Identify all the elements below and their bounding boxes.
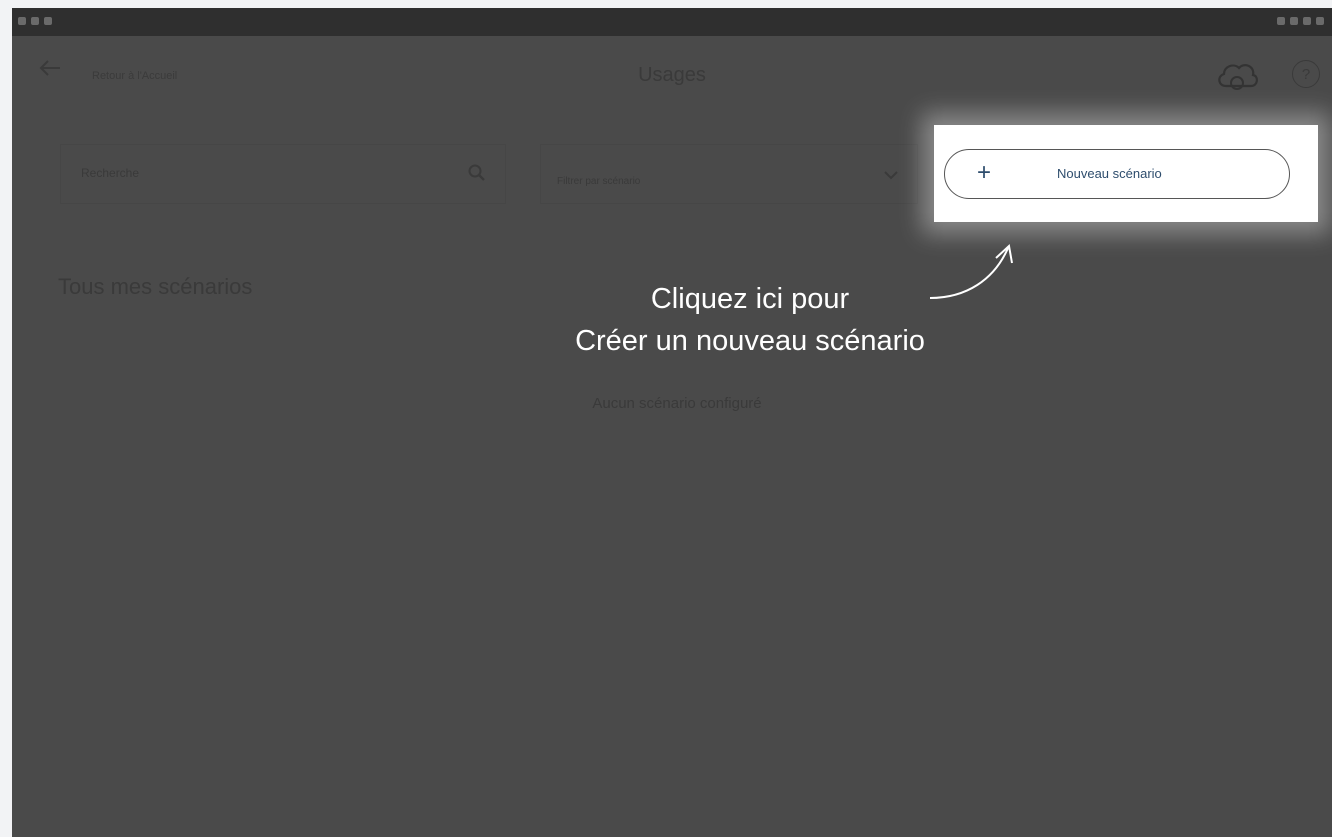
section-title: Tous mes scénarios bbox=[58, 274, 253, 299]
highlight-spotlight: + Nouveau scénario bbox=[934, 125, 1318, 222]
app-screen: Retour à l'Accueil Usages ? Filtrer par … bbox=[12, 8, 1332, 837]
scenario-filter-select[interactable]: Filtrer par scénario bbox=[540, 144, 918, 204]
status-icons-left bbox=[18, 17, 52, 25]
search-input[interactable] bbox=[79, 165, 443, 181]
curved-arrow-icon bbox=[929, 244, 1013, 299]
help-icon[interactable]: ? bbox=[1292, 60, 1320, 88]
new-scenario-button[interactable]: + Nouveau scénario bbox=[944, 149, 1290, 199]
new-scenario-label: Nouveau scénario bbox=[1057, 166, 1162, 181]
cloud-sync-icon[interactable] bbox=[1214, 56, 1260, 96]
search-field bbox=[60, 144, 506, 204]
search-icon[interactable] bbox=[467, 163, 487, 183]
plus-icon: + bbox=[977, 159, 992, 186]
callout-line-2: Créer un nouveau scénario bbox=[575, 325, 925, 357]
filter-selected-value: Filtrer par scénario bbox=[557, 176, 641, 187]
empty-state-text: Aucun scénario configuré bbox=[592, 395, 762, 412]
page-title: Usages bbox=[638, 64, 706, 86]
status-icons-right bbox=[1277, 17, 1324, 25]
header: Retour à l'Accueil Usages ? bbox=[12, 36, 1332, 106]
chevron-down-icon bbox=[884, 171, 898, 180]
status-bar bbox=[12, 8, 1332, 36]
